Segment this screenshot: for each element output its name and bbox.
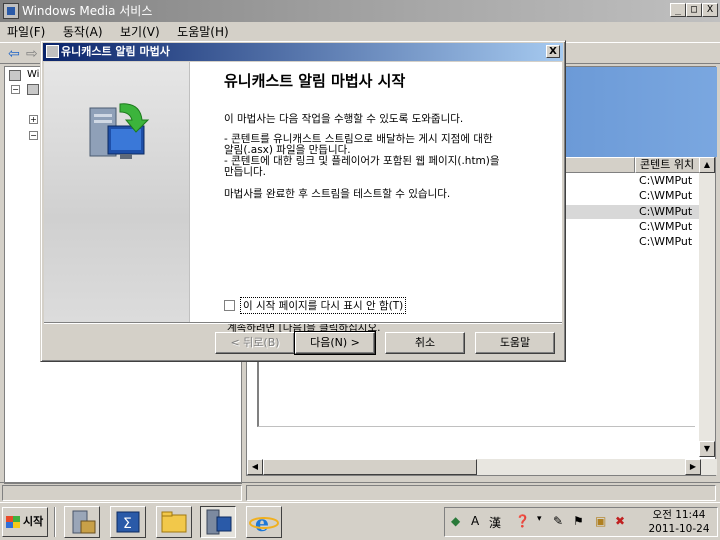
- status-panel-2: [246, 485, 716, 501]
- wizard-side-panel: [44, 62, 190, 322]
- list-item[interactable]: C:\WMPut: [639, 174, 692, 187]
- status-panel-1: [2, 485, 242, 501]
- list-item[interactable]: C:\WMPut: [639, 205, 692, 218]
- svg-text:Σ: Σ: [123, 516, 132, 532]
- scroll-thumb[interactable]: [263, 459, 477, 475]
- powershell-icon: Σ: [116, 511, 140, 533]
- menu-help[interactable]: 도움말(H): [170, 22, 236, 42]
- action-center-flag-icon[interactable]: ⚑: [573, 514, 584, 528]
- pen-icon[interactable]: ✎: [553, 514, 563, 528]
- wizard-body: 유니캐스트 알림 마법사 시작 이 마법사는 다음 작업을 수행할 수 있도록 …: [44, 62, 562, 334]
- dont-show-again-checkbox[interactable]: [224, 300, 235, 311]
- taskbar-separator: [54, 507, 56, 537]
- ime-mode-a[interactable]: A: [471, 514, 479, 528]
- cancel-button[interactable]: 취소: [385, 332, 465, 354]
- back-arrow-icon[interactable]: ⇦: [8, 47, 22, 61]
- menu-view[interactable]: 보기(V): [113, 22, 167, 42]
- list-item[interactable]: C:\WMPut: [639, 189, 692, 202]
- server-manager-icon: [72, 510, 96, 534]
- volume-muted-icon[interactable]: ✖: [615, 514, 625, 528]
- scroll-down-button[interactable]: ▼: [699, 441, 715, 457]
- status-bar: [0, 482, 720, 502]
- media-services-icon: [206, 509, 232, 535]
- tree-expand-icon[interactable]: +: [29, 115, 38, 124]
- server-manager-taskbar-button[interactable]: [64, 506, 100, 538]
- tree-root-label[interactable]: Wi: [27, 69, 39, 80]
- windows-logo-icon: [6, 516, 20, 528]
- start-label: 시작: [23, 515, 44, 528]
- tree-server-icon: [27, 84, 39, 95]
- clock-date: 2011-10-24: [648, 523, 710, 535]
- system-tray: ◆ A 漢 ❓ ▾ ✎ ⚑ ▣ ✖ 오전 11:44 2011-10-24: [444, 507, 718, 537]
- forward-arrow-icon[interactable]: ⇨: [26, 47, 40, 61]
- list-item[interactable]: C:\WMPut: [639, 220, 692, 233]
- svg-text:e: e: [255, 511, 269, 537]
- windows-media-services-taskbar-button[interactable]: [200, 506, 236, 538]
- minimize-button[interactable]: _: [670, 3, 686, 17]
- menu-action[interactable]: 동작(A): [56, 22, 110, 42]
- wizard-icon: [46, 45, 59, 58]
- start-button[interactable]: 시작: [2, 507, 48, 537]
- powershell-taskbar-button[interactable]: Σ: [110, 506, 146, 538]
- dialog-separator: [44, 322, 562, 324]
- list-item[interactable]: C:\WMPut: [639, 235, 692, 248]
- clock[interactable]: 오전 11:44 2011-10-24: [641, 508, 717, 536]
- dialog-close-button[interactable]: X: [546, 45, 560, 58]
- next-button[interactable]: 다음(N) >: [294, 331, 376, 355]
- menu-bar: 파일(F) 동작(A) 보기(V) 도움말(H): [0, 22, 720, 42]
- tree-collapse-icon[interactable]: −: [29, 131, 38, 140]
- back-button[interactable]: < 뒤로(B): [215, 332, 295, 354]
- vertical-scrollbar[interactable]: ▲ ▼: [699, 157, 715, 457]
- server-publish-icon: [89, 103, 150, 159]
- help-button[interactable]: 도움말: [475, 332, 555, 354]
- internet-explorer-taskbar-button[interactable]: e: [246, 506, 282, 538]
- wizard-finish-text: 마법사를 완료한 후 스트림을 테스트할 수 있습니다.: [224, 188, 451, 200]
- main-title-bar[interactable]: Windows Media 서비스 _ □ X: [0, 0, 720, 22]
- internet-explorer-icon: e: [249, 511, 279, 537]
- maximize-button[interactable]: □: [686, 3, 702, 17]
- unicast-wizard-dialog: 유니캐스트 알림 마법사 X 유니캐스트 알림 마법사 시작 이 마법사는 다음…: [40, 40, 566, 362]
- app-icon: [3, 3, 19, 19]
- close-button[interactable]: X: [702, 3, 718, 17]
- wizard-intro-text: 이 마법사는 다음 작업을 수행할 수 있도록 도와줍니다.: [224, 113, 464, 125]
- dialog-title-bar[interactable]: 유니캐스트 알림 마법사 X: [43, 43, 563, 61]
- options-chevron-icon[interactable]: ▾: [537, 514, 542, 524]
- wizard-bullet2-line2: 만듭니다.: [224, 166, 266, 178]
- main-window-title: Windows Media 서비스: [22, 4, 153, 18]
- menu-file[interactable]: 파일(F): [0, 22, 52, 42]
- tree-root-icon: [9, 70, 21, 81]
- ime-hanja[interactable]: 漢: [489, 514, 501, 531]
- scroll-up-button[interactable]: ▲: [699, 157, 715, 173]
- explorer-taskbar-button[interactable]: [156, 506, 192, 538]
- horizontal-scrollbar[interactable]: ◀ ▶: [247, 459, 717, 475]
- scroll-right-button[interactable]: ▶: [685, 459, 701, 475]
- clock-time: 오전 11:44: [652, 509, 706, 521]
- dialog-title: 유니캐스트 알림 마법사: [61, 45, 170, 58]
- folder-icon: [161, 511, 187, 533]
- help-icon[interactable]: ❓: [515, 514, 530, 528]
- wizard-heading: 유니캐스트 알림 마법사 시작: [224, 72, 406, 90]
- column-header-content-location[interactable]: 콘텐트 위치: [635, 157, 701, 173]
- network-icon[interactable]: ▣: [595, 514, 606, 528]
- dont-show-again-label[interactable]: 이 시작 페이지를 다시 표시 안 함(T): [240, 297, 407, 314]
- tree-collapse-icon[interactable]: −: [11, 85, 20, 94]
- taskbar: 시작 Σ e ◆ A 漢 ❓ ▾ ✎ ⚑ ▣ ✖ 오전 11:44 2011-1…: [0, 502, 720, 540]
- scroll-left-button[interactable]: ◀: [247, 459, 263, 475]
- language-bar-icon[interactable]: ◆: [451, 514, 460, 528]
